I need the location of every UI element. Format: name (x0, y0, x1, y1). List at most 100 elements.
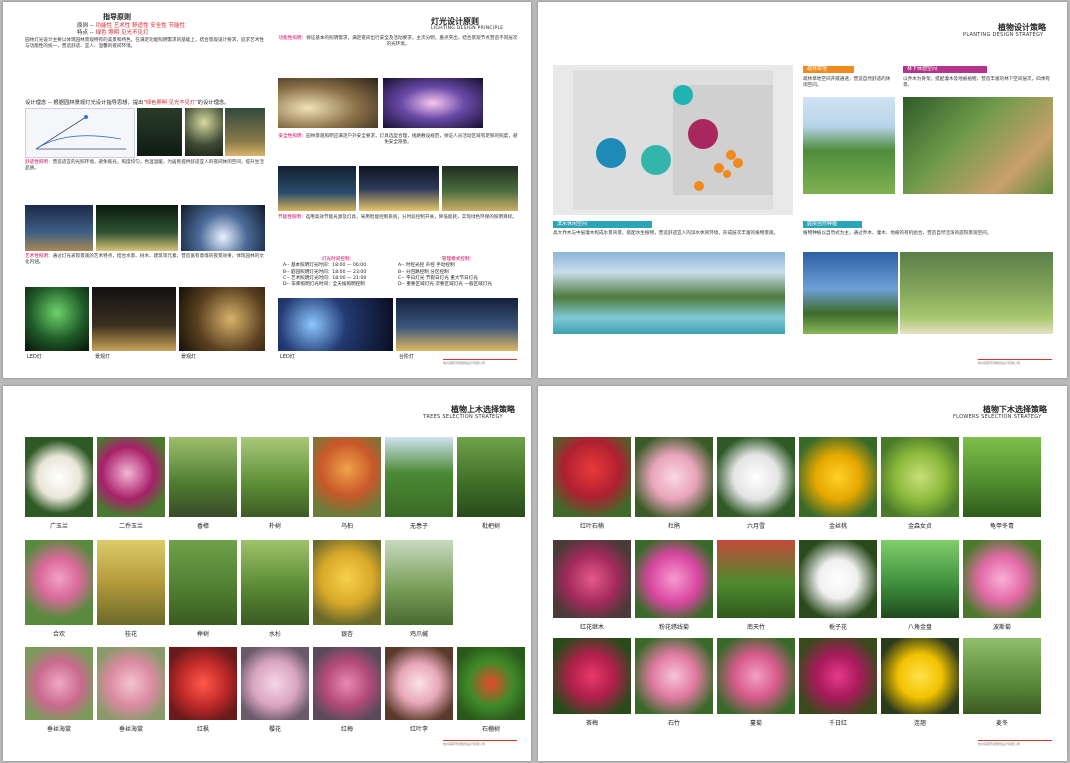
flower-caption: 粉花绣线菊 (658, 624, 689, 631)
tree-caption: 乌桕 (340, 523, 353, 530)
function-paragraph: 功能性照明：保证基本的照明需求，满足夜间出行安全及活动要求，主次分明，重点突出，… (278, 36, 518, 47)
site-plan (553, 65, 793, 215)
tree-caption: 银杏 (340, 631, 353, 638)
concept-line: 设计理念 -- 根据园林景观灯光设计指导思想，提出"绿色照明 见光不见灯"的设计… (25, 100, 230, 106)
features-line: 特点 -- 绿色 照明 见光不见灯 (77, 30, 149, 36)
flower-caption: 红花继木 (579, 624, 604, 631)
uplight-photo (185, 108, 223, 156)
courtyard-photo-1 (803, 252, 898, 334)
led-tree-photo (25, 287, 89, 351)
flower-photo (881, 437, 959, 517)
fountain-photo (181, 205, 265, 251)
flower-photo (553, 540, 631, 618)
garden-night-photo (137, 108, 182, 156)
tree-caption: 无患子 (409, 523, 428, 530)
art-paragraph: 艺术性照明：通过灯光表现景观的艺术特点，结合水景、树木、建筑等元素，营造富有意境… (25, 254, 264, 265)
flower-photo (963, 437, 1041, 517)
energy-paragraph: 节能性照明：选用高效节能光源及灯具，采用智能控制系统，分时段控制开关，降低能耗，… (278, 215, 517, 220)
tree-caption: 红叶李 (409, 726, 428, 733)
footer-text: 杭州润邦景观规划设计有限公司 (443, 742, 486, 746)
tree-photo (313, 437, 381, 517)
tree-photo (241, 647, 309, 720)
tree-caption: 广玉兰 (49, 523, 68, 530)
flower-photo (963, 540, 1041, 618)
led-ground-photo (278, 298, 393, 351)
bar-open-lawn: 疏林草地 (803, 66, 854, 73)
tree-caption: 石榴树 (481, 726, 500, 733)
tree-photo (169, 647, 237, 720)
flower-caption: 金丝桃 (828, 523, 847, 530)
intro-paragraph: 园林灯光设计主要以体现园林景观特有的美景和特色，在满足功能照明需求的基础上，结合… (25, 38, 264, 49)
flower-photo (881, 638, 959, 714)
safety-paragraph: 安全性照明：园林景观照明应满足户外安全要求，灯具选型合理，线路敷设规范，保证人员… (278, 134, 518, 145)
garden-path-photo (442, 166, 518, 211)
tree-caption: 枇杷树 (481, 523, 500, 530)
bar-courtyard: 庭院自然种植 (803, 221, 862, 228)
flower-caption: 红叶石楠 (579, 523, 604, 530)
shade-garden-photo (903, 97, 1053, 194)
planting-design-page: 植物设计策略 PLANTING DESIGN STRATEGY 疏林草地 疏林草… (538, 2, 1067, 378)
caption-lamp-2: 景观灯 (181, 354, 197, 360)
flower-caption: 波斯菊 (992, 624, 1011, 631)
tree-photo (313, 647, 381, 720)
light-distribution-diagram (25, 108, 135, 158)
waterside-photo (553, 252, 785, 334)
mode-block: 管理模式控制： A-- 时控光控 声控 手动控制 B-- 分回路控制 分区控制 … (398, 257, 492, 288)
tree-photo (385, 437, 453, 517)
trees-selection-page: 植物上木选择策略 TREES SELECTION STRATEGY 广玉兰 二乔玉… (3, 386, 531, 761)
tree-photo (169, 540, 237, 625)
tree-photo (25, 540, 93, 625)
caption-lamp-1: 景观灯 (95, 354, 111, 360)
flower-caption: 六月雪 (746, 523, 765, 530)
tree-caption: 水杉 (268, 631, 281, 638)
lawn-light-photo (92, 287, 176, 351)
bar-waterside: 滨水休闲空间 (553, 221, 652, 228)
bar-shade-space: 林下休憩空间 (903, 66, 987, 73)
flower-photo (635, 540, 713, 618)
flower-photo (717, 437, 795, 517)
text-waterside: 高大乔木与中层灌木构成水景背景，搭配水生植物，营造舒适宜人的滨水休闲环境，形成层… (553, 231, 779, 236)
path-lights-photo (96, 205, 178, 251)
tree-photo (241, 540, 309, 625)
tree-photo (169, 437, 237, 517)
tree-caption: 桂花 (124, 631, 137, 638)
sculpture-lighting-photo (383, 78, 483, 128)
flowers-title-en: FLOWERS SELECTION STRATEGY (953, 414, 1042, 420)
flower-caption: 石竹 (667, 720, 680, 727)
footer-text: 杭州润邦景观规划设计有限公司 (978, 361, 1021, 365)
landscape-lamp-photo (179, 287, 265, 351)
flower-caption: 茶梅 (585, 720, 598, 727)
flower-photo (717, 540, 795, 618)
flower-photo (717, 638, 795, 714)
flower-photo (799, 540, 877, 618)
tree-photo (457, 437, 525, 517)
flower-caption: 连翘 (913, 720, 926, 727)
trees-title-en: TREES SELECTION STRATEGY (423, 414, 503, 420)
footer-line (978, 359, 1052, 360)
caption-led: LED灯 (27, 354, 42, 360)
tree-photo (25, 437, 93, 517)
flower-caption: 龟甲冬青 (989, 523, 1014, 530)
tree-photo (457, 647, 525, 720)
flower-photo (799, 638, 877, 714)
schedule-block: 灯光时间控制： A-- 基本照明灯光时间：18:00 — 06:00 B-- 庭… (283, 257, 367, 288)
lighting-guideline-page: 指导原则 原则 -- 功能性 艺术性 舒适性 安全性 节能性 特点 -- 绿色 … (3, 2, 531, 378)
tree-photo (241, 437, 309, 517)
flower-caption: 金森女贞 (907, 523, 932, 530)
flower-caption: 南天竹 (746, 624, 765, 631)
step-light-photo (396, 298, 518, 351)
tree-caption: 红枫 (196, 726, 209, 733)
tree-photo (25, 647, 93, 720)
tree-caption: 樱花 (268, 726, 281, 733)
tree-caption: 榉树 (196, 631, 209, 638)
tree-caption: 垂丝海棠 (46, 726, 71, 733)
tree-caption: 垂丝海棠 (118, 726, 143, 733)
flower-photo (963, 638, 1041, 714)
flower-caption: 栀子花 (828, 624, 847, 631)
footer-text: 杭州润邦景观规划设计有限公司 (978, 742, 1021, 746)
building-night-photo (278, 166, 356, 211)
flower-photo (881, 540, 959, 618)
flower-photo (799, 437, 877, 517)
tree-caption: 二乔玉兰 (118, 523, 143, 530)
flower-caption: 蔓菊 (749, 720, 762, 727)
